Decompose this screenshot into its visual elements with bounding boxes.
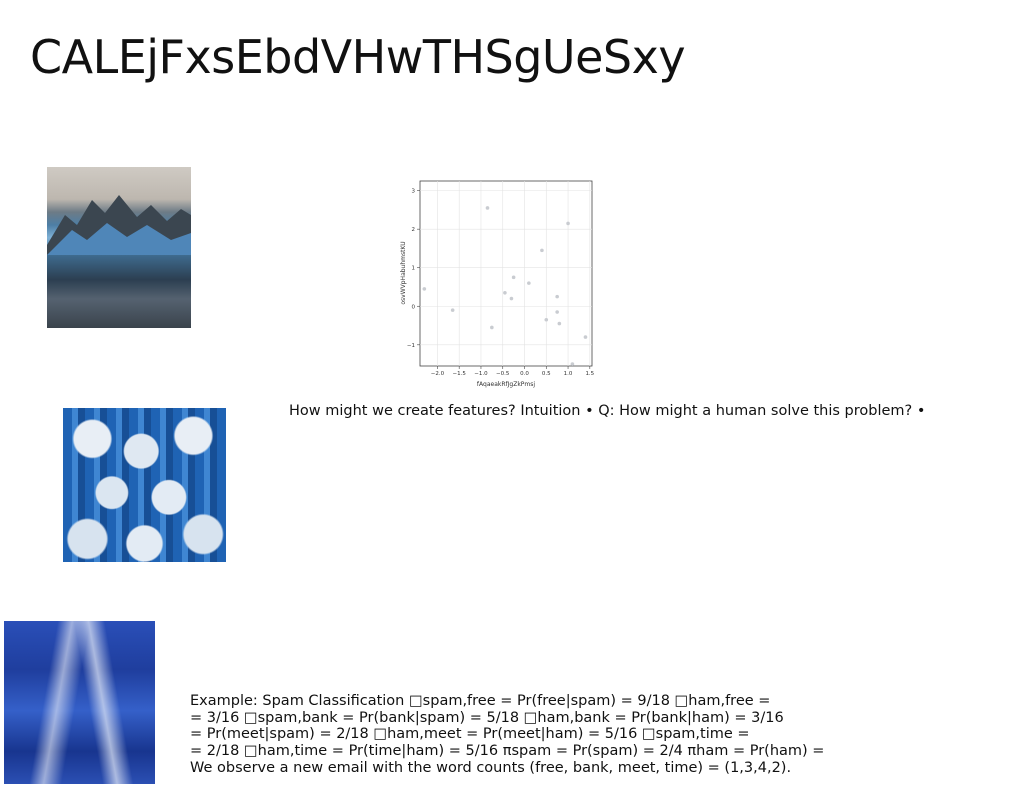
scatter-point [570,362,575,366]
scatter-point [509,296,514,301]
y-tick-label: 2 [412,227,416,233]
x-tick-label: 0.5 [542,371,551,377]
example-line: We observe a new email with the word cou… [190,759,792,776]
x-axis-label: fAqaeakRfJgZkPmsj [477,381,535,388]
x-tick-label: 1.5 [585,371,594,377]
y-tick-label: 3 [412,189,416,195]
blue-pumpkins-photo [63,408,226,562]
example-line: = 3/16 □spam,bank = Pr(bank|spam) = 5/18… [190,709,784,726]
plot-area [419,180,593,367]
y-axis-label: osvWVpHabuhmstKU [400,241,407,304]
scatter-chart: −2.0 −1.5 −1.0 −0.5 0.0 0.5 1.0 1.5 −1 0 1 2 3 fAqae… [400,180,595,388]
scatter-point [511,275,516,280]
scatter-point [544,317,549,322]
example-line: Example: Spam Classification □spam,free … [190,693,771,709]
example-line: = Pr(meet|spam) = 2/18 □ham,meet = Pr(me… [190,726,750,743]
scatter-point [485,206,490,210]
scatter-point [422,287,427,291]
mountain-photo [47,167,191,328]
x-tick-label: −0.5 [496,371,510,377]
mountain-peaks-icon [47,195,191,255]
scatter-point [450,308,455,312]
slide-title: CALEjFxsEbdVHwTHSgUeSxy [30,30,686,84]
x-tick-label: −1.5 [453,371,467,377]
x-tick-label: −1.0 [474,371,488,377]
scatter-point [566,221,570,226]
y-tick-label: −1 [407,343,415,349]
scatter-point [540,248,544,253]
spam-example-text: Example: Spam Classification □spam,free … [190,693,824,776]
x-tick-label: −2.0 [431,371,445,377]
y-tick-label: 1 [412,266,416,272]
blue-ice-photo [4,621,155,784]
features-question-text: How might we create features? Intuition … [289,403,926,419]
example-line: = 2/18 □ham,time = Pr(time|ham) = 5/16 π… [190,743,825,760]
x-tick-label: 1.0 [564,371,573,377]
y-tick-label: 0 [412,304,416,310]
scatter-point [583,335,588,339]
scatter-point [557,321,562,326]
scatter-point [503,290,507,295]
scatter-point [555,310,559,314]
scatter-point [555,294,559,299]
scatter-point [490,325,494,330]
x-tick-label: 0.0 [520,371,529,377]
scatter-point [527,281,531,285]
